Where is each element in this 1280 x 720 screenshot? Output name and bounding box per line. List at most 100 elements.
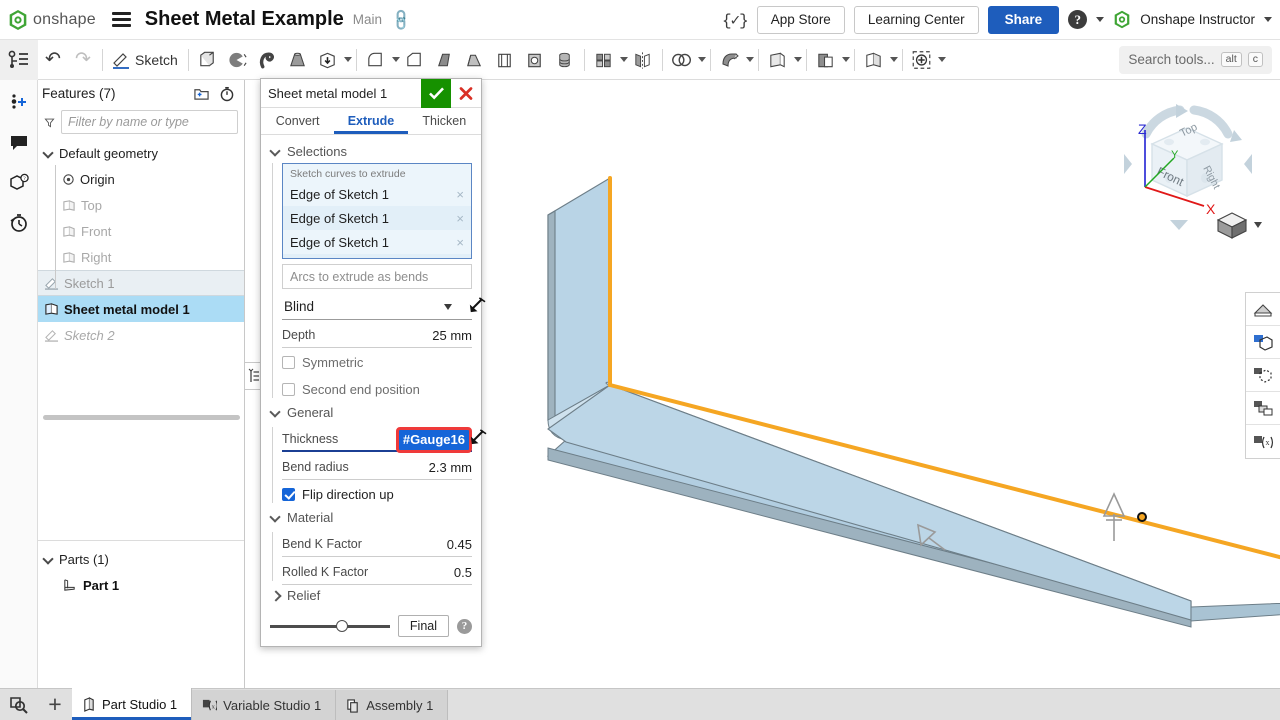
view-cube[interactable]: Top Right Front Z X Y <box>1108 92 1268 242</box>
primitives-chevron-down-icon[interactable] <box>344 57 352 62</box>
transform-button[interactable] <box>811 43 841 77</box>
dialog-cancel-button[interactable] <box>451 79 481 108</box>
hole-button[interactable] <box>520 43 550 77</box>
remove-selection-icon[interactable]: × <box>456 235 464 250</box>
tree-item-sketch-1[interactable]: Sketch 1 <box>38 270 244 296</box>
symmetric-checkbox[interactable] <box>282 356 295 369</box>
pattern-button[interactable] <box>589 43 619 77</box>
thickness-field[interactable]: Thickness #Gauge16 <box>282 427 472 452</box>
selection-item[interactable]: Edge of Sketch 1 × <box>283 254 471 259</box>
onshape-logo-icon[interactable] <box>8 9 28 31</box>
dialog-help-icon[interactable]: ? <box>457 619 472 634</box>
arcs-to-extrude-input[interactable]: Arcs to extrude as bends <box>282 264 472 289</box>
add-tab-button[interactable]: + <box>38 688 72 720</box>
bend-radius-value[interactable]: 2.3 mm <box>429 460 472 475</box>
relief-section-header[interactable]: Relief <box>261 585 481 607</box>
variable-display-button[interactable]: x <box>1246 425 1280 458</box>
document-title[interactable]: Sheet Metal Example <box>145 8 344 31</box>
remove-selection-icon[interactable]: × <box>456 187 464 202</box>
thickness-input[interactable]: #Gauge16 <box>396 427 472 453</box>
featurescript-icon[interactable]: {✓} <box>722 10 748 30</box>
tab-extrude[interactable]: Extrude <box>334 108 407 134</box>
bend-radius-field[interactable]: Bend radius 2.3 mm <box>282 455 472 480</box>
plane-chevron-down-icon[interactable] <box>794 57 802 62</box>
fillet-button[interactable] <box>361 43 391 77</box>
material-section-header[interactable]: Material <box>261 507 481 529</box>
extrude-button[interactable] <box>193 43 223 77</box>
chevron-down-icon[interactable] <box>444 304 452 310</box>
boolean-chevron-down-icon[interactable] <box>698 57 706 62</box>
user-avatar[interactable] <box>1113 10 1131 29</box>
pattern-chevron-down-icon[interactable] <box>620 57 628 62</box>
main-menu-icon[interactable] <box>112 12 131 27</box>
dialog-accept-button[interactable] <box>421 79 451 108</box>
rolled-k-factor-value[interactable]: 0.5 <box>454 565 472 580</box>
help-icon[interactable]: ? <box>1068 10 1087 29</box>
tree-item-right-plane[interactable]: Right <box>38 244 244 270</box>
explode-view-button[interactable] <box>1246 359 1280 392</box>
redo-button[interactable]: ↷ <box>68 43 98 77</box>
tree-item-default-geometry[interactable]: Default geometry <box>38 140 244 166</box>
sketch-button[interactable]: Sketch <box>107 43 184 77</box>
end-condition-select[interactable]: Blind <box>282 294 472 320</box>
history-icon[interactable] <box>4 208 34 238</box>
tree-item-sketch-2[interactable]: Sketch 2 <box>38 322 244 348</box>
transform-chevron-down-icon[interactable] <box>842 57 850 62</box>
undo-button[interactable]: ↶ <box>38 43 68 77</box>
search-tools-input[interactable]: Search tools... alt c <box>1119 46 1272 74</box>
shell-button[interactable] <box>490 43 520 77</box>
user-chevron-down-icon[interactable] <box>1264 17 1272 22</box>
new-folder-icon[interactable] <box>193 86 210 101</box>
selections-section-header[interactable]: Selections <box>261 141 481 163</box>
sheet-metal-button[interactable] <box>715 43 745 77</box>
tab-assembly-1[interactable]: Assembly 1 <box>336 690 448 720</box>
preview-quality-slider[interactable] <box>270 619 390 633</box>
selection-item[interactable]: Edge of Sketch 1 × <box>283 182 471 206</box>
feature-tree-scrollbar[interactable] <box>43 415 240 420</box>
fillet-chevron-down-icon[interactable] <box>392 57 400 62</box>
plane-button[interactable] <box>763 43 793 77</box>
remove-selection-icon[interactable]: × <box>456 259 464 260</box>
chamfer-button[interactable] <box>400 43 430 77</box>
tab-convert[interactable]: Convert <box>261 108 334 134</box>
insert-button[interactable] <box>907 43 937 77</box>
depth-field[interactable]: Depth 25 mm <box>282 323 472 348</box>
sheet-metal-chevron-down-icon[interactable] <box>746 57 754 62</box>
second-end-position-checkbox[interactable] <box>282 383 295 396</box>
part-info-icon[interactable]: ? <box>4 168 34 198</box>
bend-k-factor-value[interactable]: 0.45 <box>447 537 472 552</box>
thread-button[interactable] <box>550 43 580 77</box>
rollback-timer-icon[interactable] <box>219 86 235 102</box>
tab-part-studio-1[interactable]: Part Studio 1 <box>72 688 192 720</box>
insert-chevron-down-icon[interactable] <box>938 57 946 62</box>
depth-value[interactable]: 25 mm <box>432 328 472 343</box>
branch-label[interactable]: Main <box>353 12 382 27</box>
general-section-header[interactable]: General <box>261 402 481 424</box>
section-view-button[interactable] <box>1246 293 1280 326</box>
draft-button[interactable] <box>430 43 460 77</box>
tree-item-top-plane[interactable]: Top <box>38 192 244 218</box>
boolean-button[interactable] <box>667 43 697 77</box>
app-store-button[interactable]: App Store <box>757 6 845 34</box>
rib-button[interactable] <box>460 43 490 77</box>
tab-variable-studio-1[interactable]: x Variable Studio 1 <box>192 690 336 720</box>
import-part-button[interactable] <box>313 43 343 77</box>
tab-manager-icon[interactable] <box>0 688 38 720</box>
flip-direction-checkbox[interactable] <box>282 488 295 501</box>
user-name-label[interactable]: Onshape Instructor <box>1140 12 1255 27</box>
final-button[interactable]: Final <box>398 615 449 637</box>
rolled-k-factor-field[interactable]: Rolled K Factor 0.5 <box>282 560 472 585</box>
feature-list-toggle-icon[interactable] <box>0 40 38 80</box>
add-collaborator-icon[interactable] <box>4 88 34 118</box>
derived-chevron-down-icon[interactable] <box>890 57 898 62</box>
remove-selection-icon[interactable]: × <box>456 211 464 226</box>
filter-icon[interactable] <box>44 115 55 130</box>
onshape-brand-text[interactable]: onshape <box>33 11 96 29</box>
derived-button[interactable] <box>859 43 889 77</box>
mirror-button[interactable] <box>628 43 658 77</box>
thickness-flip-icon[interactable] <box>468 429 487 447</box>
slider-knob[interactable] <box>336 620 348 632</box>
link-icon[interactable]: 🔗 <box>388 7 414 33</box>
selection-item[interactable]: Edge of Sketch 1 × <box>283 230 471 254</box>
sketch-curves-selection-list[interactable]: Sketch curves to extrude Edge of Sketch … <box>282 163 472 259</box>
